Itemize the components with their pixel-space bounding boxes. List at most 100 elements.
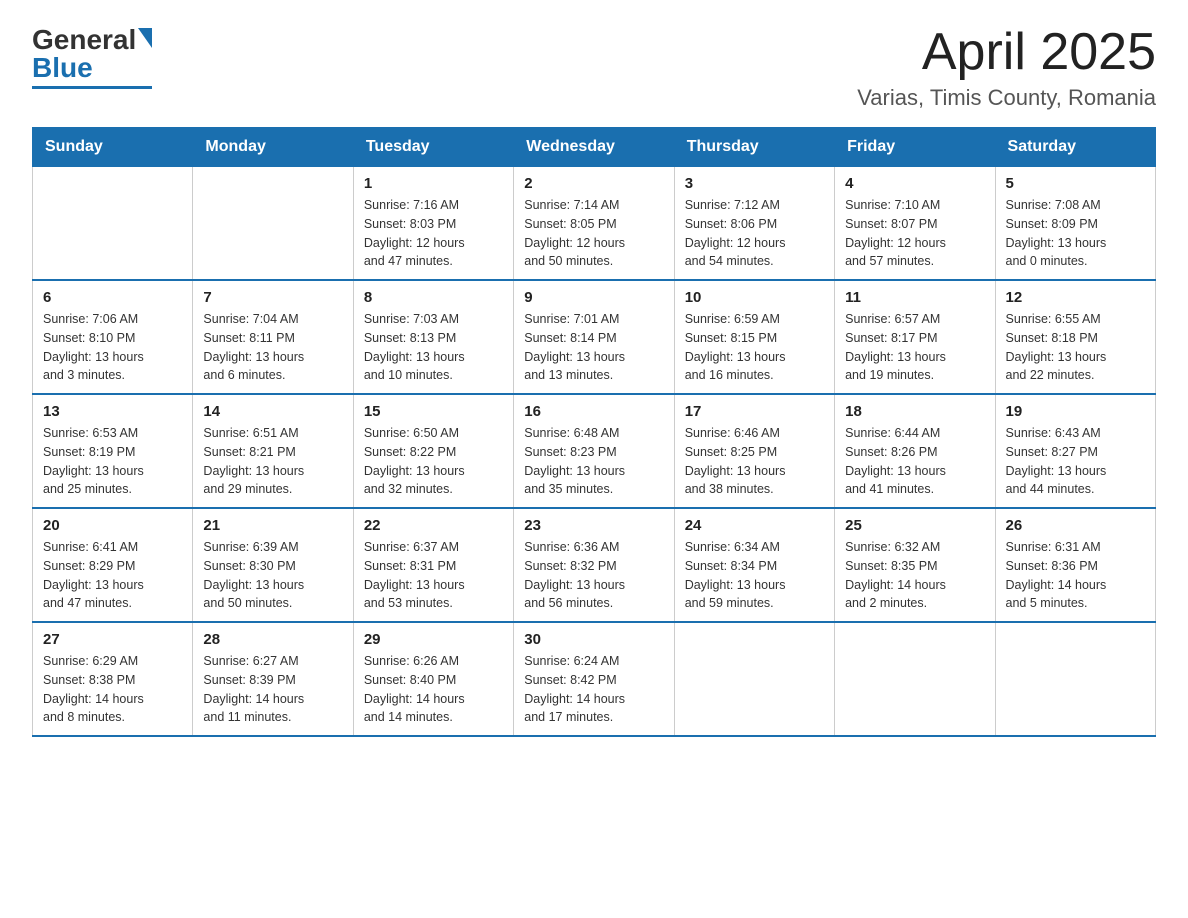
day-info: Sunrise: 6:57 AM Sunset: 8:17 PM Dayligh… — [845, 310, 984, 385]
logo: General Blue — [32, 24, 152, 89]
calendar-empty-cell — [33, 167, 193, 281]
day-number: 5 — [1006, 175, 1145, 192]
header-wednesday: Wednesday — [514, 128, 674, 167]
calendar-day-16: 16 Sunrise: 6:48 AM Sunset: 8:23 PM Dayli… — [514, 394, 674, 508]
day-number: 28 — [203, 631, 342, 648]
header-saturday: Saturday — [995, 128, 1155, 167]
day-info: Sunrise: 6:27 AM Sunset: 8:39 PM Dayligh… — [203, 652, 342, 727]
day-number: 22 — [364, 517, 503, 534]
calendar-day-7: 7 Sunrise: 7:04 AM Sunset: 8:11 PM Daylig… — [193, 280, 353, 394]
header-monday: Monday — [193, 128, 353, 167]
calendar-empty-cell — [995, 622, 1155, 736]
header-tuesday: Tuesday — [353, 128, 513, 167]
calendar-day-12: 12 Sunrise: 6:55 AM Sunset: 8:18 PM Dayli… — [995, 280, 1155, 394]
day-number: 10 — [685, 289, 824, 306]
day-info: Sunrise: 6:46 AM Sunset: 8:25 PM Dayligh… — [685, 424, 824, 499]
day-number: 14 — [203, 403, 342, 420]
calendar-day-20: 20 Sunrise: 6:41 AM Sunset: 8:29 PM Dayli… — [33, 508, 193, 622]
day-number: 27 — [43, 631, 182, 648]
day-info: Sunrise: 7:01 AM Sunset: 8:14 PM Dayligh… — [524, 310, 663, 385]
calendar-day-3: 3Sunrise: 7:12 AM Sunset: 8:06 PM Daylig… — [674, 167, 834, 281]
day-info: Sunrise: 7:08 AM Sunset: 8:09 PM Dayligh… — [1006, 196, 1145, 271]
day-number: 9 — [524, 289, 663, 306]
day-info: Sunrise: 6:55 AM Sunset: 8:18 PM Dayligh… — [1006, 310, 1145, 385]
day-number: 23 — [524, 517, 663, 534]
day-info: Sunrise: 6:26 AM Sunset: 8:40 PM Dayligh… — [364, 652, 503, 727]
calendar-week-row: 20 Sunrise: 6:41 AM Sunset: 8:29 PM Dayli… — [33, 508, 1156, 622]
calendar-day-27: 27 Sunrise: 6:29 AM Sunset: 8:38 PM Dayli… — [33, 622, 193, 736]
day-info: Sunrise: 7:03 AM Sunset: 8:13 PM Dayligh… — [364, 310, 503, 385]
calendar-day-29: 29 Sunrise: 6:26 AM Sunset: 8:40 PM Dayli… — [353, 622, 513, 736]
day-number: 15 — [364, 403, 503, 420]
day-info: Sunrise: 6:41 AM Sunset: 8:29 PM Dayligh… — [43, 538, 182, 613]
logo-underline — [32, 86, 152, 89]
day-number: 20 — [43, 517, 182, 534]
day-number: 19 — [1006, 403, 1145, 420]
day-number: 18 — [845, 403, 984, 420]
calendar-day-5: 5 Sunrise: 7:08 AM Sunset: 8:09 PM Daylig… — [995, 167, 1155, 281]
calendar-table: SundayMondayTuesdayWednesdayThursdayFrid… — [32, 127, 1156, 737]
calendar-week-row: 27 Sunrise: 6:29 AM Sunset: 8:38 PM Dayli… — [33, 622, 1156, 736]
calendar-header-row: SundayMondayTuesdayWednesdayThursdayFrid… — [33, 128, 1156, 167]
day-info: Sunrise: 6:34 AM Sunset: 8:34 PM Dayligh… — [685, 538, 824, 613]
day-number: 24 — [685, 517, 824, 534]
day-info: Sunrise: 6:32 AM Sunset: 8:35 PM Dayligh… — [845, 538, 984, 613]
day-info: Sunrise: 6:53 AM Sunset: 8:19 PM Dayligh… — [43, 424, 182, 499]
day-info: Sunrise: 7:04 AM Sunset: 8:11 PM Dayligh… — [203, 310, 342, 385]
day-info: Sunrise: 6:36 AM Sunset: 8:32 PM Dayligh… — [524, 538, 663, 613]
calendar-day-18: 18 Sunrise: 6:44 AM Sunset: 8:26 PM Dayli… — [835, 394, 995, 508]
day-number: 16 — [524, 403, 663, 420]
day-number: 4 — [845, 175, 984, 192]
day-number: 1 — [364, 175, 503, 192]
day-info: Sunrise: 6:24 AM Sunset: 8:42 PM Dayligh… — [524, 652, 663, 727]
day-number: 3 — [685, 175, 824, 192]
calendar-day-28: 28 Sunrise: 6:27 AM Sunset: 8:39 PM Dayli… — [193, 622, 353, 736]
day-info: Sunrise: 6:48 AM Sunset: 8:23 PM Dayligh… — [524, 424, 663, 499]
calendar-week-row: 13Sunrise: 6:53 AM Sunset: 8:19 PM Dayli… — [33, 394, 1156, 508]
calendar-day-25: 25 Sunrise: 6:32 AM Sunset: 8:35 PM Dayli… — [835, 508, 995, 622]
day-info: Sunrise: 7:10 AM Sunset: 8:07 PM Dayligh… — [845, 196, 984, 271]
calendar-title: April 2025 — [857, 24, 1156, 81]
calendar-empty-cell — [193, 167, 353, 281]
calendar-day-21: 21Sunrise: 6:39 AM Sunset: 8:30 PM Dayli… — [193, 508, 353, 622]
page-header: General Blue April 2025 Varias, Timis Co… — [32, 24, 1156, 111]
calendar-day-24: 24 Sunrise: 6:34 AM Sunset: 8:34 PM Dayli… — [674, 508, 834, 622]
day-info: Sunrise: 7:14 AM Sunset: 8:05 PM Dayligh… — [524, 196, 663, 271]
calendar-day-10: 10Sunrise: 6:59 AM Sunset: 8:15 PM Dayli… — [674, 280, 834, 394]
header-sunday: Sunday — [33, 128, 193, 167]
day-number: 8 — [364, 289, 503, 306]
day-number: 30 — [524, 631, 663, 648]
calendar-day-23: 23 Sunrise: 6:36 AM Sunset: 8:32 PM Dayli… — [514, 508, 674, 622]
calendar-week-row: 1 Sunrise: 7:16 AM Sunset: 8:03 PM Daylig… — [33, 167, 1156, 281]
day-info: Sunrise: 7:16 AM Sunset: 8:03 PM Dayligh… — [364, 196, 503, 271]
calendar-day-8: 8 Sunrise: 7:03 AM Sunset: 8:13 PM Daylig… — [353, 280, 513, 394]
day-number: 7 — [203, 289, 342, 306]
calendar-empty-cell — [835, 622, 995, 736]
day-number: 12 — [1006, 289, 1145, 306]
calendar-day-14: 14Sunrise: 6:51 AM Sunset: 8:21 PM Dayli… — [193, 394, 353, 508]
day-info: Sunrise: 6:39 AM Sunset: 8:30 PM Dayligh… — [203, 538, 342, 613]
day-number: 2 — [524, 175, 663, 192]
title-block: April 2025 Varias, Timis County, Romania — [857, 24, 1156, 111]
day-number: 29 — [364, 631, 503, 648]
calendar-day-22: 22 Sunrise: 6:37 AM Sunset: 8:31 PM Dayli… — [353, 508, 513, 622]
day-number: 6 — [43, 289, 182, 306]
logo-blue: Blue — [32, 52, 93, 84]
calendar-week-row: 6 Sunrise: 7:06 AM Sunset: 8:10 PM Daylig… — [33, 280, 1156, 394]
day-info: Sunrise: 6:29 AM Sunset: 8:38 PM Dayligh… — [43, 652, 182, 727]
day-info: Sunrise: 6:37 AM Sunset: 8:31 PM Dayligh… — [364, 538, 503, 613]
day-number: 11 — [845, 289, 984, 306]
day-number: 26 — [1006, 517, 1145, 534]
calendar-day-4: 4 Sunrise: 7:10 AM Sunset: 8:07 PM Daylig… — [835, 167, 995, 281]
calendar-day-19: 19Sunrise: 6:43 AM Sunset: 8:27 PM Dayli… — [995, 394, 1155, 508]
calendar-day-1: 1 Sunrise: 7:16 AM Sunset: 8:03 PM Daylig… — [353, 167, 513, 281]
day-number: 25 — [845, 517, 984, 534]
logo-triangle-icon — [138, 28, 152, 48]
day-info: Sunrise: 7:06 AM Sunset: 8:10 PM Dayligh… — [43, 310, 182, 385]
day-info: Sunrise: 6:44 AM Sunset: 8:26 PM Dayligh… — [845, 424, 984, 499]
day-info: Sunrise: 6:50 AM Sunset: 8:22 PM Dayligh… — [364, 424, 503, 499]
day-info: Sunrise: 6:31 AM Sunset: 8:36 PM Dayligh… — [1006, 538, 1145, 613]
calendar-day-11: 11 Sunrise: 6:57 AM Sunset: 8:17 PM Dayli… — [835, 280, 995, 394]
calendar-day-30: 30 Sunrise: 6:24 AM Sunset: 8:42 PM Dayli… — [514, 622, 674, 736]
calendar-day-26: 26 Sunrise: 6:31 AM Sunset: 8:36 PM Dayli… — [995, 508, 1155, 622]
